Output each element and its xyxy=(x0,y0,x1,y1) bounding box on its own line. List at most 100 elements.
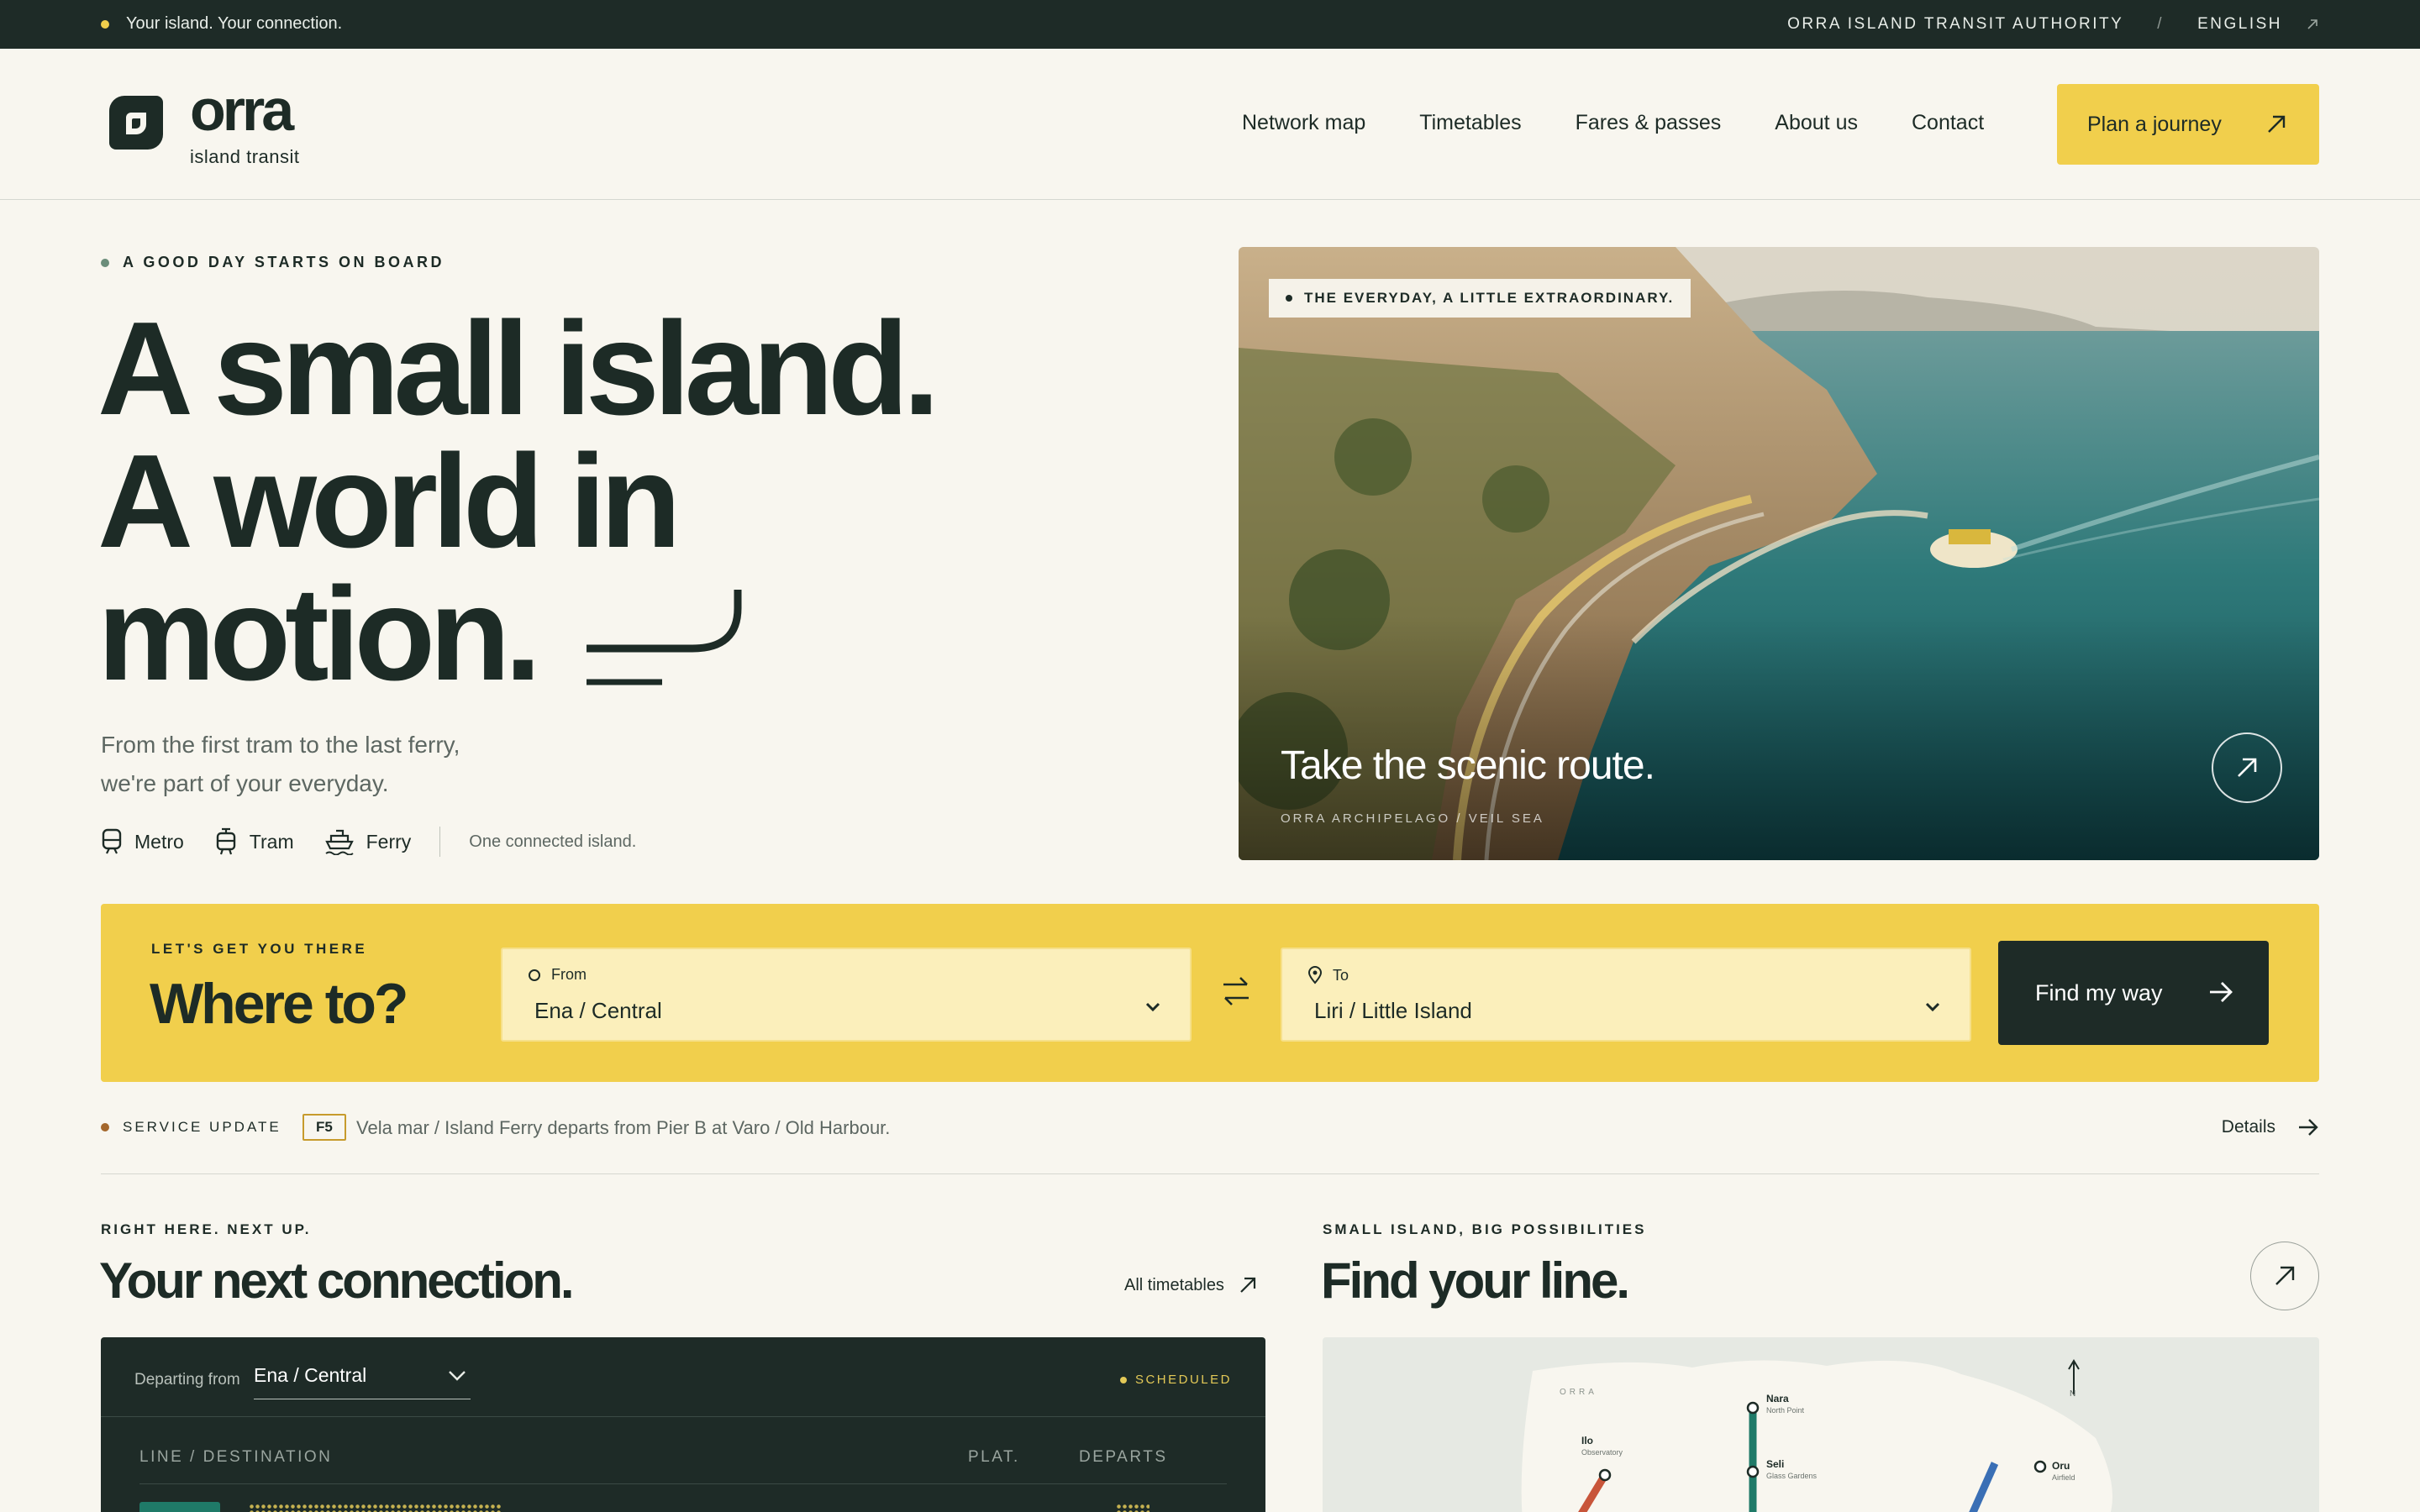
service-update-message: Vela mar / Island Ferry departs from Pie… xyxy=(356,1117,891,1138)
language-label: ENGLISH xyxy=(2197,15,2282,33)
board-divider xyxy=(101,1416,1265,1417)
eyebrow-dot xyxy=(101,258,109,267)
external-arrow-icon xyxy=(2307,19,2317,29)
mode-metro-label: Metro xyxy=(134,830,184,853)
plan-journey-button[interactable]: Plan a journey xyxy=(2057,84,2319,165)
nav-fares-passes[interactable]: Fares & passes xyxy=(1576,111,1722,135)
station-ilo[interactable]: Ilo xyxy=(1581,1435,1593,1446)
column-departs: DEPARTS xyxy=(1079,1448,1168,1466)
arrow-right-icon xyxy=(2299,1119,2318,1136)
photo-tag: THE EVERYDAY, A LITTLE EXTRAORDINARY. xyxy=(1269,279,1691,318)
all-timetables-link[interactable]: All timetables xyxy=(1124,1275,1258,1295)
station-seli-sub: Glass Gardens xyxy=(1766,1472,1818,1480)
line-chip xyxy=(139,1502,220,1512)
language-selector[interactable]: ENGLISH xyxy=(2197,15,2319,34)
island-map-image xyxy=(1521,1359,2112,1512)
authority-link[interactable]: ORRA ISLAND TRANSIT AUTHORITY xyxy=(1787,15,2123,34)
find-line-title: Find your line. xyxy=(1321,1252,1630,1309)
nav-contact[interactable]: Contact xyxy=(1912,111,1984,135)
track-squiggle-icon xyxy=(587,590,742,685)
headline-line-1: A small island. xyxy=(97,295,940,443)
from-field[interactable]: From Ena / Central xyxy=(501,948,1192,1042)
destination-dot-matrix xyxy=(249,1504,501,1512)
departing-from-label: Departing from xyxy=(134,1371,240,1389)
service-update-bar: SERVICE UPDATE F5 Vela mar / Island Ferr… xyxy=(101,1112,2319,1174)
photo-open-button[interactable] xyxy=(2212,732,2282,803)
departing-from-value: Ena / Central xyxy=(254,1364,367,1386)
headline-line-2: A world in xyxy=(97,428,681,575)
metro-icon xyxy=(102,828,122,854)
arrow-right-icon xyxy=(2210,982,2233,1002)
next-connection-eyebrow: RIGHT HERE. NEXT UP. xyxy=(101,1221,312,1237)
mode-metro[interactable]: Metro xyxy=(101,828,184,855)
station-seli[interactable]: Seli xyxy=(1766,1458,1784,1470)
from-label-text: From xyxy=(551,966,587,983)
nav-network-map[interactable]: Network map xyxy=(1242,111,1365,135)
origin-circle-icon xyxy=(529,969,540,981)
arrow-up-right-icon xyxy=(2275,1266,2295,1285)
service-update-dot xyxy=(101,1123,109,1131)
modes-divider xyxy=(439,827,441,857)
chevron-down-icon xyxy=(1925,1002,1940,1012)
swap-direction-icon[interactable] xyxy=(1222,974,1250,1008)
station-oru-sub: Airfield xyxy=(2052,1473,2075,1482)
photo-tag-text: THE EVERYDAY, A LITTLE EXTRAORDINARY. xyxy=(1304,290,1675,306)
tagline-text: Your island. Your connection. xyxy=(126,14,343,33)
departure-board: Departing from Ena / Central SCHEDULED L… xyxy=(101,1337,1265,1512)
chevron-down-icon xyxy=(449,1371,466,1381)
utility-separator: / xyxy=(2157,15,2165,33)
station-ilo-sub: Observatory xyxy=(1581,1448,1623,1457)
hero-photo[interactable]: THE EVERYDAY, A LITTLE EXTRAORDINARY. Ta… xyxy=(1239,247,2319,860)
main-nav: Network map Timetables Fares & passes Ab… xyxy=(1242,111,1984,135)
scheduled-label: SCHEDULED xyxy=(1134,1373,1232,1387)
find-my-way-button[interactable]: Find my way xyxy=(1998,941,2269,1045)
utility-bar: Your island. Your connection. ORRA ISLAN… xyxy=(0,0,2420,49)
photo-tag-dot xyxy=(1286,295,1292,302)
photo-caption: ORRA ARCHIPELAGO / VEIL SEA xyxy=(1281,811,1544,826)
hero-lede: From the first tram to the last ferry, w… xyxy=(101,726,571,803)
find-line-eyebrow: SMALL ISLAND, BIG POSSIBILITIES xyxy=(1323,1221,1647,1237)
utility-links: ORRA ISLAND TRANSIT AUTHORITY / ENGLISH xyxy=(1787,15,2319,34)
nav-timetables[interactable]: Timetables xyxy=(1419,111,1521,135)
planner-eyebrow: LET'S GET YOU THERE xyxy=(151,941,368,957)
hero-headline: A small island. A world in motion. xyxy=(97,295,940,708)
network-map[interactable]: ORRA N Nara North Point Ilo Observatory … xyxy=(1323,1337,2319,1512)
hero-eyebrow: A GOOD DAY STARTS ON BOARD xyxy=(101,254,445,271)
mode-tram[interactable]: Tram xyxy=(214,827,294,856)
brand-subtitle: island transit xyxy=(190,146,300,167)
headline-line-3: motion. xyxy=(97,560,541,708)
transit-modes: Metro Tram Ferry One connected island. xyxy=(101,827,636,857)
utility-tagline: Your island. Your connection. xyxy=(101,14,342,34)
from-value: Ena / Central xyxy=(534,998,662,1023)
scheduled-dot xyxy=(1119,1376,1127,1383)
open-map-button[interactable] xyxy=(2250,1242,2319,1310)
plan-journey-label: Plan a journey xyxy=(2087,112,2222,136)
arrow-up-right-icon xyxy=(2268,115,2286,133)
service-update-label: SERVICE UPDATE xyxy=(101,1119,281,1136)
chevron-down-icon xyxy=(1145,1002,1160,1012)
board-header-divider xyxy=(139,1483,1227,1484)
mode-ferry-label: Ferry xyxy=(366,830,412,853)
location-pin-icon xyxy=(1307,966,1323,984)
column-line-destination: LINE / DESTINATION xyxy=(139,1448,333,1466)
station-nara[interactable]: Nara xyxy=(1766,1393,1789,1404)
mode-tram-label: Tram xyxy=(249,830,294,853)
departure-dot-matrix xyxy=(1116,1504,1150,1512)
brand-name[interactable]: orra xyxy=(190,81,294,139)
details-link[interactable]: Details xyxy=(2222,1117,2319,1137)
orra-logo-icon[interactable] xyxy=(106,92,166,153)
tram-icon xyxy=(216,827,235,855)
to-field[interactable]: To Liri / Little Island xyxy=(1281,948,1971,1042)
details-label: Details xyxy=(2221,1117,2275,1137)
to-label-text: To xyxy=(1333,966,1349,984)
station-oru[interactable]: Oru xyxy=(2052,1460,2070,1472)
station-nara-sub: North Point xyxy=(1766,1406,1805,1415)
ferry-icon xyxy=(324,829,354,855)
hero-eyebrow-text: A GOOD DAY STARTS ON BOARD xyxy=(123,254,445,270)
column-platform: PLAT. xyxy=(968,1448,1020,1466)
map-north-label: N xyxy=(2070,1389,2076,1399)
nav-about-us[interactable]: About us xyxy=(1775,111,1858,135)
departing-from-select[interactable]: Ena / Central xyxy=(254,1364,471,1399)
mode-ferry[interactable]: Ferry xyxy=(324,828,412,855)
status-dot xyxy=(101,19,109,29)
